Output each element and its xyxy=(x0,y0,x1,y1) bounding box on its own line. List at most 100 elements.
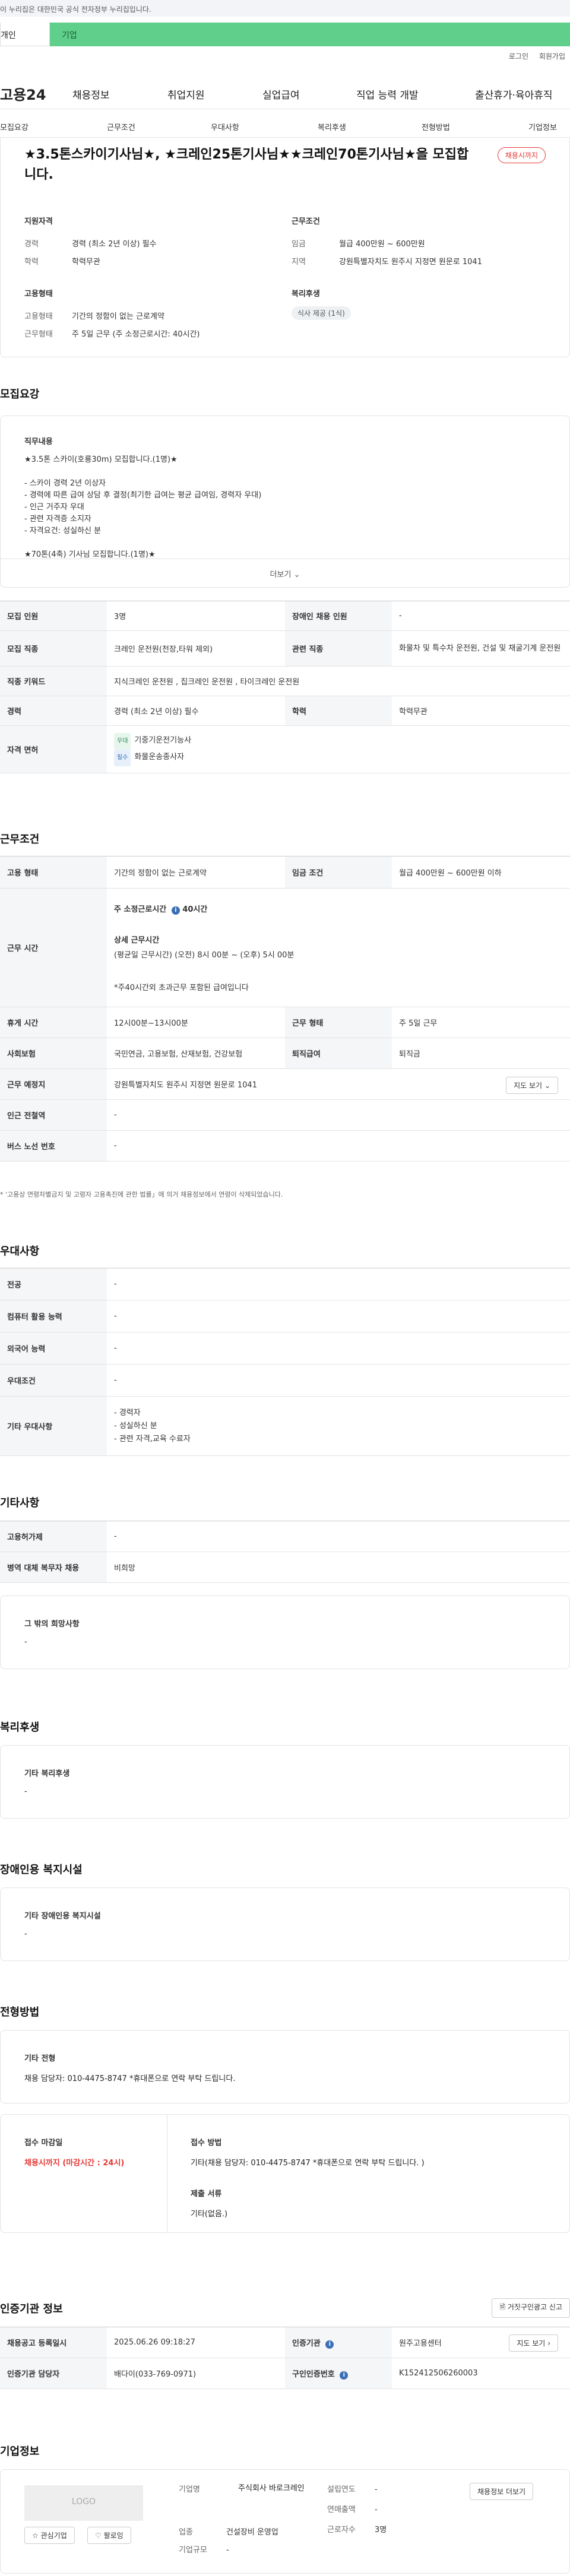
gov-banner: 이 누리집은 대한민국 공식 전자정부 누리집입니다. xyxy=(0,0,570,17)
section-anchor-nav: 모집요강 근무조건 우대사항 복리후생 전형방법 기업정보 xyxy=(0,116,570,138)
chevron-down-icon: ⌄ xyxy=(544,1081,550,1090)
anchor-workcond[interactable]: 근무조건 xyxy=(107,121,135,132)
wage-value: 월급 400만원 ~ 600만원 xyxy=(339,240,425,249)
nav-skills-development[interactable]: 직업 능력 개발 xyxy=(356,87,419,101)
process-box: 기타 전형 채용 담당자: 010-4475-8747 *휴대폰으로 연락 부탁… xyxy=(0,2030,570,2104)
table-row: 병역 대체 복무자 채용 비희망 xyxy=(0,1552,570,1583)
report-false-ad-button[interactable]: 🗎 거짓구인광고 신고 xyxy=(492,2298,570,2318)
status-badge: 채용시까지 xyxy=(497,147,546,163)
follow-button[interactable]: ♡ 팔로잉 xyxy=(87,2527,131,2544)
recruit-table: 모집 인원 3명 장애인 채용 인원 - 모집 직종 크레인 운전원(천장,타워… xyxy=(0,601,570,773)
anchor-company[interactable]: 기업정보 xyxy=(528,121,557,132)
site-logo[interactable]: 고용24 xyxy=(0,83,46,104)
table-row: 직종 키워드 지식크레인 운전원 , 집크레인 운전원 , 타이크레인 운전원 xyxy=(0,666,570,696)
tab-personal[interactable]: 개인 xyxy=(0,23,50,46)
desc-text: ★3.5톤 스카이(호룡30m) 모집합니다.(1명)★ - 스카이 경력 2년… xyxy=(24,455,262,559)
work-value: 주 5일 근무 (주 소정근로시간: 40시간) xyxy=(72,330,200,339)
main-nav: 고용24 채용정보 취업지원 실업급여 직업 능력 개발 출산휴가·육아휴직 xyxy=(0,76,570,109)
table-row: 채용공고 등록일시 2025.06.26 09:18:27 인증기관 i 원주고… xyxy=(0,2327,570,2358)
table-row: 전공 - xyxy=(0,1268,570,1300)
table-row: 기타 우대사항 - 경력자 - 성실하신 분 - 관련 자격,교육 수료자 xyxy=(0,1396,570,1456)
welfare-section-heading: 복리후생 xyxy=(0,1721,40,1734)
chevron-right-icon: › xyxy=(547,2339,550,2347)
table-row: 사회보험 국민연금, 고용보험, 산재보험, 건강보험 퇴직급여 퇴직금 xyxy=(0,1038,570,1069)
job-title: ★3.5톤스카이기사님★, ★크레인25톤기사님★★크레인70톤기사님★을 모집… xyxy=(24,147,469,182)
deadline-value: 채용시까지 (마감시간 : 24시) xyxy=(24,2159,125,2168)
company-name: 주식회사 바로크레인 xyxy=(238,2484,305,2493)
table-row: 고용 형태 기간의 정함이 없는 근로계약 임금 조건 월급 400만원 ~ 6… xyxy=(0,856,570,889)
wish-box: 그 밖의 희망사항 - xyxy=(0,1595,570,1669)
workcond-table: 고용 형태 기간의 정함이 없는 근로계약 임금 조건 월급 400만원 ~ 6… xyxy=(0,856,570,1162)
job-description-box: 직무내용 ★3.5톤 스카이(호룡30m) 모집합니다.(1명)★ - 스카이 … xyxy=(0,415,570,588)
company-box: LOGO ☆ 관심기업 ♡ 팔로잉 기업명 주식회사 바로크레인 업종 건설장비 … xyxy=(0,2469,570,2574)
more-button[interactable]: 더보기 ⌄ xyxy=(1,559,569,587)
agency-heading: 인증기관 정보 xyxy=(0,2303,63,2315)
area-value: 강원특별자치도 원주시 지정면 원문로 1041 xyxy=(339,258,482,267)
info-icon[interactable]: i xyxy=(340,2371,349,2380)
document-icon: 🗎 xyxy=(499,2303,506,2311)
login-link[interactable]: 로그인 xyxy=(509,52,528,61)
nav-unemployment-benefits[interactable]: 실업급여 xyxy=(262,87,300,101)
workcond-heading: 근무조건 xyxy=(0,833,40,846)
utility-links: 로그인 회원가입 xyxy=(501,51,565,61)
company-heading: 기업정보 xyxy=(0,2445,40,2458)
emp-heading: 고용형태 xyxy=(24,290,53,299)
qual-heading: 지원자격 xyxy=(24,217,53,226)
heart-icon: ♡ xyxy=(95,2531,102,2540)
anchor-pref[interactable]: 우대사항 xyxy=(211,121,239,132)
chevron-down-icon: ⌄ xyxy=(293,570,300,579)
table-row: 경력 경력 (최소 2년 이상) 필수 학력 학력무관 xyxy=(0,696,570,726)
table-row: 외국어 능력 - xyxy=(0,1332,570,1365)
process-heading: 전형방법 xyxy=(0,2006,40,2019)
career-value: 경력 (최소 2년 이상) 필수 xyxy=(72,240,157,249)
disab-box: 기타 장애인용 복지시설 - xyxy=(0,1887,570,1961)
apply-box: 접수 마감일 채용시까지 (마감시간 : 24시) 접수 방법 기타(채용 담당… xyxy=(0,2114,570,2233)
more-jobs-button[interactable]: 채용정보 더보기 xyxy=(470,2483,534,2500)
summary-card: ★3.5톤스카이기사님★, ★크레인25톤기사님★★크레인70톤기사님★을 모집… xyxy=(0,138,570,357)
disab-heading: 장애인용 복지시설 xyxy=(0,1864,83,1876)
table-row: 근무 예정지 강원특별자치도 원주시 지정면 원문로 1041 지도 보기 ⌄ xyxy=(0,1068,570,1100)
audience-tabs: 개인 기업 xyxy=(0,23,570,46)
welfare-heading: 복리후생 xyxy=(292,290,320,299)
table-row: 자격 면허 우대 기중기운전기능사 필수 화물운송종사자 xyxy=(0,725,570,773)
table-row: 인근 전철역 - xyxy=(0,1099,570,1131)
agency-map-button[interactable]: 지도 보기 › xyxy=(509,2334,558,2352)
anchor-recruit[interactable]: 모집요강 xyxy=(0,121,28,132)
table-row: 인증기관 담당자 배다이(033-769-0971) 구인인증번호 i K152… xyxy=(0,2358,570,2389)
required-tag: 필수 xyxy=(114,749,131,766)
anchor-welfare[interactable]: 복리후생 xyxy=(318,121,346,132)
info-icon[interactable]: i xyxy=(171,906,180,915)
table-row: 근무 시간 주 소정근로시간 i 40시간 상세 근무시간 (평균일 근무시간)… xyxy=(0,888,570,1007)
company-logo: LOGO xyxy=(24,2485,143,2521)
desc-heading: 직무내용 xyxy=(24,437,53,446)
welfare-pill: 식사 제공 (1식) xyxy=(292,306,351,320)
star-icon: ☆ xyxy=(32,2531,39,2540)
nav-jobs[interactable]: 채용정보 xyxy=(72,87,110,101)
info-icon[interactable]: i xyxy=(325,2340,334,2349)
welfare-box: 기타 복리후생 - xyxy=(0,1745,570,1819)
emp-value: 기간의 정함이 없는 근로계약 xyxy=(72,312,164,321)
edu-value: 학력무관 xyxy=(72,258,100,267)
nav-parental-leave[interactable]: 출산휴가·육아휴직 xyxy=(475,87,553,101)
anchor-process[interactable]: 전형방법 xyxy=(422,121,450,132)
table-row: 버스 노선 번호 - xyxy=(0,1130,570,1162)
nav-employment-support[interactable]: 취업지원 xyxy=(167,87,205,101)
table-row: 휴게 시간 12시00분~13시00분 근무 형태 주 5일 근무 xyxy=(0,1007,570,1038)
table-row: 모집 직종 크레인 운전원(천장,타워 제외) 관련 직종 화물차 및 특수차 … xyxy=(0,630,570,667)
age-notice: * '고용상 연령차별금지 및 고령자 고용촉진에 관한 법률」에 의거 채용정… xyxy=(0,1191,283,1198)
pref-table: 전공 - 컴퓨터 활용 능력 - 외국어 능력 - 우대조건 - 기타 우대사항 - 경… xyxy=(0,1268,570,1456)
table-row: 모집 인원 3명 장애인 채용 인원 - xyxy=(0,601,570,631)
other-heading: 기타사항 xyxy=(0,1497,40,1509)
table-row: 우대조건 - xyxy=(0,1364,570,1397)
recruit-heading: 모집요강 xyxy=(0,388,40,401)
pref-tag: 우대 xyxy=(114,732,131,750)
table-row: 고용허가제 - xyxy=(0,1521,570,1552)
table-row: 컴퓨터 활용 능력 - xyxy=(0,1300,570,1333)
cond-heading: 근무조건 xyxy=(292,217,320,226)
agency-table: 채용공고 등록일시 2025.06.26 09:18:27 인증기관 i 원주고… xyxy=(0,2327,570,2389)
signup-link[interactable]: 회원가입 xyxy=(539,52,565,61)
tab-business[interactable]: 기업 xyxy=(50,23,570,46)
map-button[interactable]: 지도 보기 ⌄ xyxy=(506,1077,558,1094)
fav-company-button[interactable]: ☆ 관심기업 xyxy=(24,2527,75,2544)
other-table: 고용허가제 - 병역 대체 복무자 채용 비희망 xyxy=(0,1521,570,1583)
